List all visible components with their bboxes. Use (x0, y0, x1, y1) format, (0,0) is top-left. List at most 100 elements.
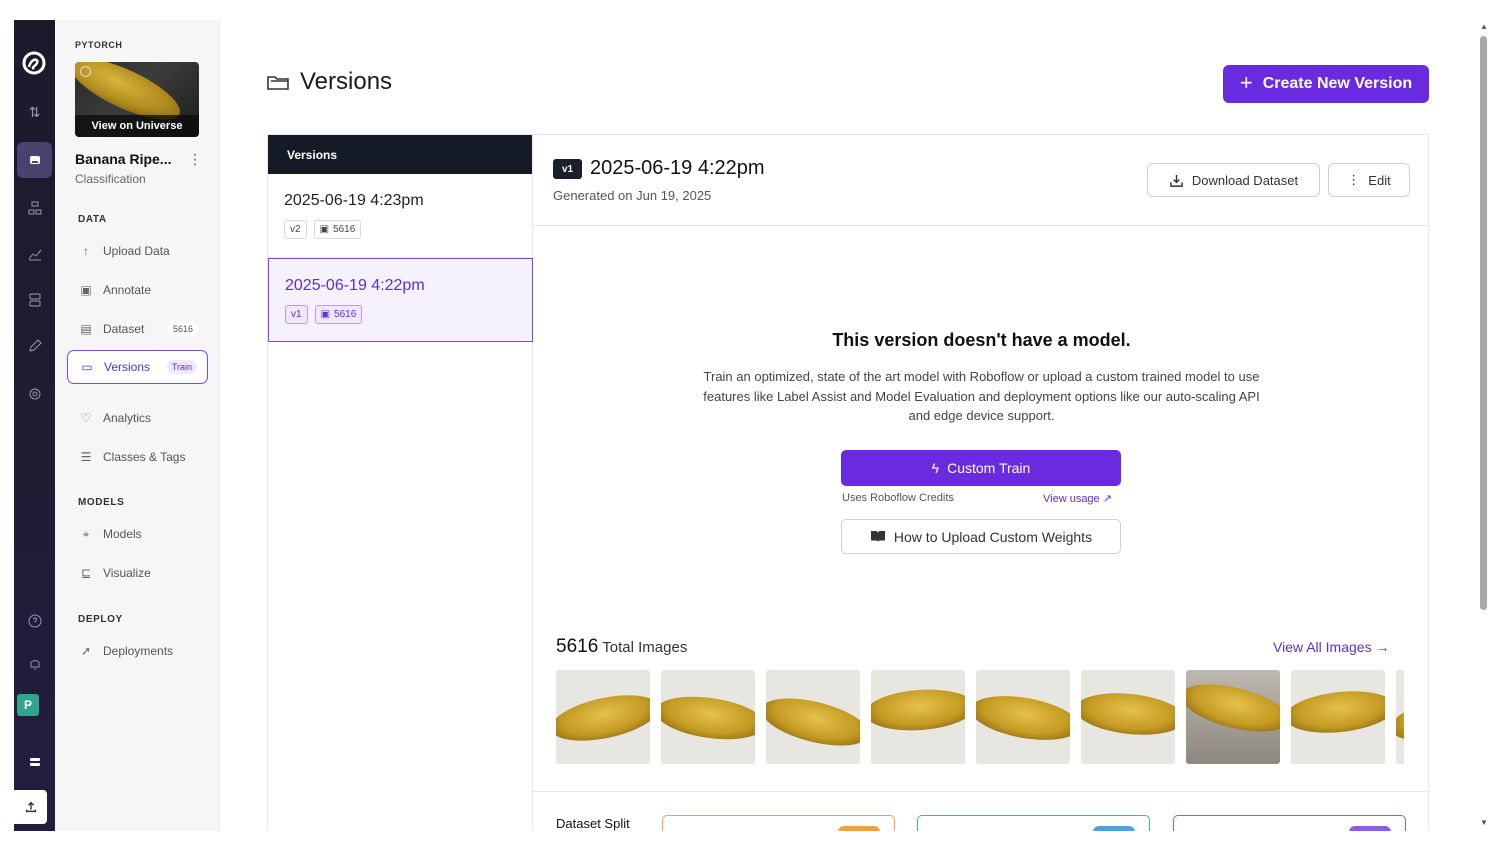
rocket-icon: ➚ (80, 644, 92, 658)
page-title: Versions (266, 68, 392, 96)
versions-panel: Versions 2025-06-19 4:23pm v2 ▣ 5616 202… (267, 134, 1430, 831)
version-detail: v1 2025-06-19 4:22pm Generated on Jun 19… (533, 135, 1430, 831)
folder-icon (267, 76, 289, 90)
chart-icon[interactable] (17, 236, 52, 272)
image-count: 5616 (334, 309, 357, 320)
image-thumbnail[interactable] (556, 670, 650, 764)
models-icon: ⌖ (82, 526, 90, 541)
image-count: 5616 (333, 224, 356, 235)
version-tag: v2 (284, 220, 307, 239)
version-generated-date: Generated on Jun 19, 2025 (553, 188, 712, 203)
custom-train-label: Custom Train (947, 460, 1031, 476)
sidebar-item-upload-data[interactable]: ↑ Upload Data (67, 234, 208, 268)
download-dataset-label: Download Dataset (1191, 172, 1299, 188)
valid-split-card (917, 815, 1150, 831)
version-item-v1[interactable]: 2025-06-19 4:22pm v1 ▣ 5616 (268, 258, 533, 342)
sidebar-item-analytics[interactable]: ♡ Analytics (67, 401, 208, 435)
create-new-version-button[interactable]: + Create New Version (1223, 65, 1429, 103)
bell-icon[interactable] (17, 646, 52, 682)
server-icon[interactable] (17, 282, 52, 318)
view-usage-link[interactable]: View usage ↗ (1043, 492, 1112, 505)
image-thumbnail[interactable] (1081, 670, 1175, 764)
upload-custom-weights-button[interactable]: How to Upload Custom Weights (841, 519, 1121, 554)
scrollbar-thumb[interactable] (1480, 36, 1487, 610)
scroll-down-arrow-icon[interactable]: ▼ (1480, 818, 1488, 827)
sidebar-item-models[interactable]: ⌖ Models (67, 517, 208, 551)
lightning-icon: ϟ (931, 460, 940, 476)
version-item-v2[interactable]: 2025-06-19 4:23pm v2 ▣ 5616 (268, 174, 533, 258)
versions-icon: ▭ (81, 360, 93, 374)
section-deploy: DEPLOY (78, 614, 123, 625)
image-thumbnail[interactable] (1396, 670, 1404, 764)
help-icon[interactable] (17, 603, 52, 639)
section-models: MODELS (78, 497, 125, 508)
image-thumbnail[interactable] (1291, 670, 1385, 764)
sidebar-item-label: Upload Data (103, 244, 170, 258)
plus-icon: + (1239, 70, 1253, 95)
roboflow-logo-icon[interactable] (19, 48, 49, 78)
book-icon (870, 531, 885, 542)
version-date: 2025-06-19 4:23pm (284, 192, 424, 209)
version-tag: v1 (285, 305, 308, 324)
view-on-universe-link[interactable]: View on Universe (75, 115, 199, 137)
swap-icon[interactable]: ⇅ (17, 94, 52, 130)
settings-icon[interactable] (17, 376, 52, 412)
no-model-title: This version doesn't have a model. (832, 330, 1131, 350)
download-dataset-button[interactable]: Download Dataset (1147, 163, 1320, 197)
image-thumbnail[interactable] (661, 670, 755, 764)
version-badge: v1 (553, 159, 582, 179)
pen-icon[interactable] (17, 328, 52, 364)
dataset-split-label: Dataset Split (556, 816, 630, 831)
version-date: 2025-06-19 4:22pm (285, 277, 425, 294)
section-divider (533, 791, 1430, 792)
sidebar-item-label: Visualize (103, 566, 151, 580)
scroll-up-arrow-icon[interactable]: ▲ (1480, 22, 1488, 31)
annotate-icon: ▣ (80, 283, 92, 297)
total-images-count: 5616 (556, 636, 599, 657)
test-split-card (1173, 815, 1406, 831)
sidebar-item-classes-tags[interactable]: ☰ Classes & Tags (67, 440, 208, 474)
custom-train-button[interactable]: ϟ Custom Train (841, 450, 1121, 486)
edit-button[interactable]: ⋮ Edit (1328, 163, 1410, 197)
workflow-icon[interactable] (17, 190, 52, 226)
valid-split-chip (1093, 826, 1135, 831)
edit-label: Edit (1368, 172, 1391, 188)
train-badge: Train (166, 360, 197, 374)
test-split-chip (1349, 826, 1391, 831)
section-data: DATA (78, 214, 107, 225)
project-name[interactable]: Banana Ripe... (75, 151, 171, 167)
page-scrollbar[interactable]: ▲ ▼ (1477, 20, 1490, 831)
avatar[interactable]: P (17, 694, 39, 716)
image-preview-strip (556, 670, 1404, 764)
workspace-label: PYTORCH (75, 40, 123, 50)
image-thumbnail[interactable] (976, 670, 1070, 764)
credits-note: Uses Roboflow Credits (842, 492, 954, 504)
sidebar-item-visualize[interactable]: ⊑ Visualize (67, 556, 208, 590)
dataset-count-badge: 5616 (167, 322, 198, 336)
view-all-images-link[interactable]: View All Images → (1273, 639, 1389, 655)
layers-icon[interactable] (17, 744, 52, 780)
image-count-badge: ▣ 5616 (313, 220, 362, 239)
image-thumbnail[interactable] (766, 670, 860, 764)
sidebar-item-label: Classes & Tags (103, 450, 186, 464)
more-options-icon[interactable]: ⋮ (188, 151, 202, 168)
dataset-icon: ▤ (80, 322, 92, 336)
total-images: 5616 Total Images (556, 636, 687, 658)
sidebar-item-dataset[interactable]: ▤ Dataset 5616 (67, 312, 208, 346)
versions-list: Versions 2025-06-19 4:23pm v2 ▣ 5616 202… (268, 135, 533, 831)
project-sidebar: PYTORCH View on Universe Banana Ripe... … (55, 20, 220, 831)
howto-label: How to Upload Custom Weights (893, 528, 1093, 545)
project-type: Classification (75, 172, 146, 186)
project-thumbnail[interactable]: View on Universe (75, 62, 199, 137)
globe-icon (80, 66, 91, 77)
image-thumbnail[interactable] (1186, 670, 1280, 764)
sidebar-item-label: Versions (104, 360, 151, 374)
sidebar-item-annotate[interactable]: ▣ Annotate (67, 273, 208, 307)
image-thumbnail[interactable] (871, 670, 965, 764)
sidebar-item-deployments[interactable]: ➚ Deployments (67, 634, 208, 668)
sidebar-item-versions[interactable]: ▭ Versions Train (67, 350, 208, 384)
total-images-label: Total Images (602, 639, 688, 656)
project-icon[interactable] (17, 142, 52, 178)
export-icon[interactable] (14, 790, 47, 824)
create-new-version-label: Create New Version (1262, 75, 1413, 92)
